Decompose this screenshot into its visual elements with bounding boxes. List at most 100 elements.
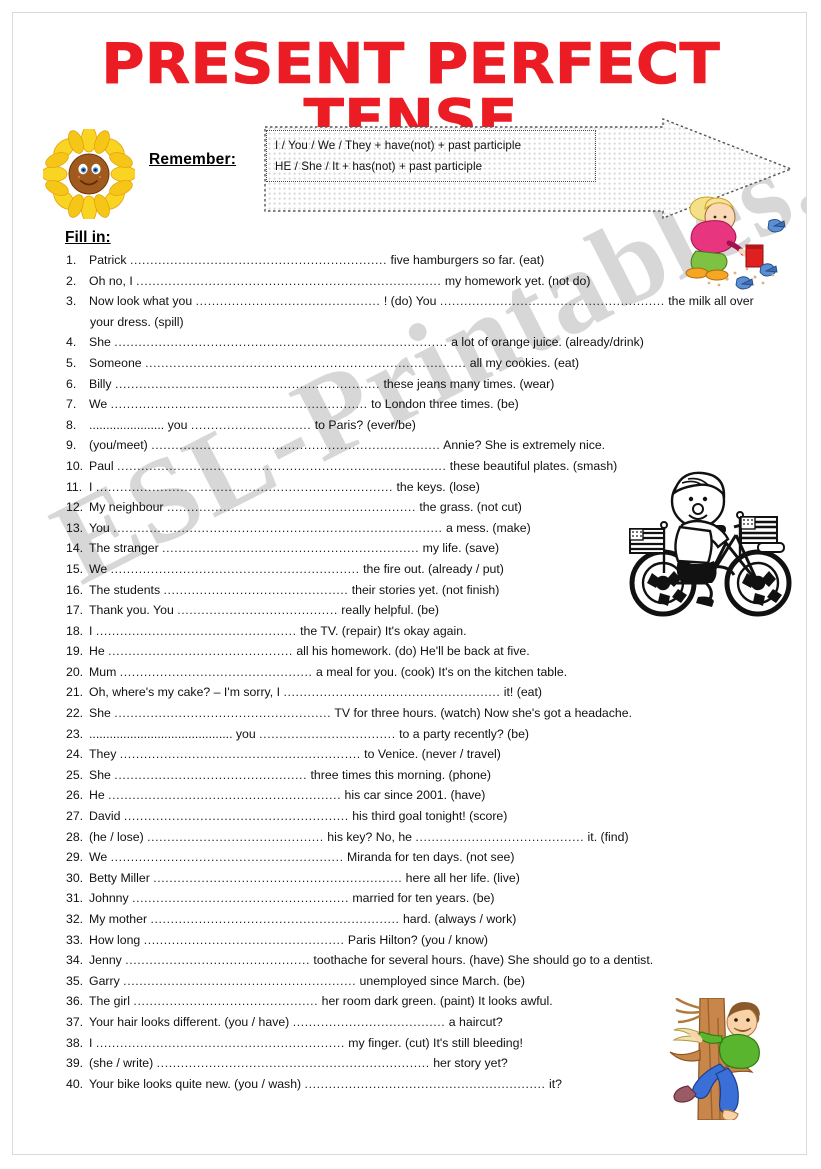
exercise-number: 24. [66,747,84,762]
exercise-row: 20. Mum .................................… [66,665,778,686]
answer-blank[interactable]: ........................................… [145,356,466,370]
answer-blank[interactable]: ........................................… [124,809,349,823]
exercise-row: 32. My mother ..........................… [66,912,778,933]
exercise-number: 20. [66,664,84,679]
answer-blank[interactable]: ........................................… [111,850,344,864]
exercise-segment: Miranda for ten days. (not see) [343,850,515,865]
exercise-number: 4. [66,335,77,350]
answer-blank[interactable]: ........................................… [123,974,356,988]
exercise-segment: Oh, where's my cake? – I'm sorry, I [89,685,284,700]
exercise-number: 36. [66,994,84,1009]
exercise-number: 26. [66,788,84,803]
exercise-text: Someone ................................… [89,356,778,370]
exercise-continuation-text: your dress. (spill) [90,314,184,329]
answer-blank[interactable]: ........................................… [113,521,442,535]
exercise-number: 5. [66,355,77,370]
answer-blank[interactable]: ........................................… [130,253,387,267]
answer-blank[interactable]: ........................................… [196,294,381,308]
exercise-segment: their stories yet. (not finish) [348,582,500,597]
exercise-segment: five hamburgers so far. (eat) [387,253,545,267]
exercise-segment: to Paris? (ever/be) [311,417,416,432]
answer-blank[interactable]: ........................................… [120,665,313,679]
boy-climbing-tree-icon [669,998,760,1120]
exercise-segment: all my cookies. (eat) [466,355,580,370]
exercise-segment: my life. (save) [419,541,500,556]
answer-blank[interactable]: ........................................… [136,274,441,288]
exercise-row: 31. Johnny ..............................… [66,891,778,912]
exercise-number: 3. [66,294,77,309]
answer-blank[interactable]: ........................................… [120,747,361,761]
exercise-segment: TV for three hours. (watch) Now she's go… [331,706,633,721]
answer-blank[interactable]: ........................................… [115,377,380,391]
answer-blank[interactable]: ........................................… [125,953,310,967]
answer-blank[interactable]: .............................. [191,418,312,432]
answer-blank[interactable]: ........................................… [164,583,349,597]
answer-blank[interactable]: ........................................… [96,624,297,638]
exercise-segment: these beautiful plates. (smash) [446,458,618,473]
exercise-text: He .....................................… [89,644,778,658]
answer-blank[interactable]: ........................................… [111,562,360,576]
answer-blank[interactable]: ........................................… [111,397,368,411]
answer-blank[interactable]: ........................................… [133,994,318,1008]
exercise-row: 3. Now look what you ....................… [66,294,778,315]
exercise-number: 17. [66,603,84,618]
answer-blank[interactable]: ........................................… [114,706,331,720]
exercise-row: 19. He ..................................… [66,644,778,665]
exercise-number: 37. [66,1014,84,1029]
exercise-text: She ....................................… [89,335,778,349]
answer-blank[interactable]: ........................................… [283,685,500,699]
answer-blank[interactable]: ........................................… [305,1077,546,1091]
exercise-segment: My neighbour [89,500,167,515]
exercise-row: 22. She .................................… [66,706,778,727]
answer-blank[interactable]: ........................................… [96,1036,345,1050]
answer-blank[interactable]: ........................................ [177,603,338,617]
exercise-number: 7. [66,397,77,412]
exercise-number: 30. [66,870,84,885]
exercise-segment: Annie? She is extremely nice. [440,438,606,453]
answer-blank[interactable]: ........................................… [117,459,446,473]
exercise-segment: Thank you. You [89,603,178,618]
girl-feeding-birds-icon [685,196,786,290]
exercise-segment: We [89,850,111,865]
exercise-segment: We [89,397,111,412]
exercise-segment: the fire out. (already / put) [359,561,504,576]
exercise-number: 6. [66,376,77,391]
exercise-segment: a meal for you. (cook) It's on the kitch… [312,664,568,679]
exercise-row: 35. Garry ...............................… [66,974,778,995]
answer-blank[interactable]: ........................................… [153,871,402,885]
exercise-segment: his car since 2001. (have) [341,788,486,803]
worksheet-sheet: ESL-Printables.com PRESENT PERFECT TENSE [12,12,807,1155]
exercise-segment: She [89,335,115,350]
answer-blank[interactable]: ........................................… [440,294,665,308]
answer-blank[interactable]: ........................................… [147,830,324,844]
answer-blank[interactable]: ........................................… [415,830,584,844]
exercise-row: 7. We ...................................… [66,397,778,418]
answer-blank[interactable]: ........................................… [114,768,307,782]
answer-blank[interactable]: ........................................… [157,1056,430,1070]
exercise-segment: it. (find) [584,829,629,844]
answer-blank[interactable]: ...................................... [293,1015,446,1029]
answer-blank[interactable]: ........................................… [151,912,400,926]
answer-blank[interactable]: ........................................… [151,438,440,452]
exercise-text: Now look what you ......................… [89,294,778,308]
answer-blank[interactable]: .................................. [259,727,396,741]
answer-blank[interactable]: ........................................… [114,335,447,349]
exercise-row: 26. He ..................................… [66,788,778,809]
answer-blank[interactable]: ........................................… [108,644,293,658]
exercise-number: 25. [66,767,84,782]
exercise-segment: the milk all over [664,294,754,309]
exercise-segment: a lot of orange juice. (already/drink) [447,335,644,350]
answer-blank[interactable]: ........................................… [108,788,341,802]
answer-blank[interactable]: ........................................… [96,480,393,494]
exercise-row: 23......................................… [66,727,778,748]
answer-blank[interactable]: ........................................… [144,933,345,947]
exercise-segment: Now look what you [89,294,196,309]
answer-blank[interactable]: ........................................… [162,541,419,555]
answer-blank[interactable]: ........................................… [167,500,416,514]
exercise-text: We .....................................… [89,850,778,864]
exercise-text: Jenny ..................................… [89,953,778,967]
answer-blank[interactable]: ........................................… [132,891,349,905]
exercise-number: 12. [66,500,84,515]
exercise-row: 6. Billy ................................… [66,377,778,398]
exercise-segment: David [89,809,124,824]
